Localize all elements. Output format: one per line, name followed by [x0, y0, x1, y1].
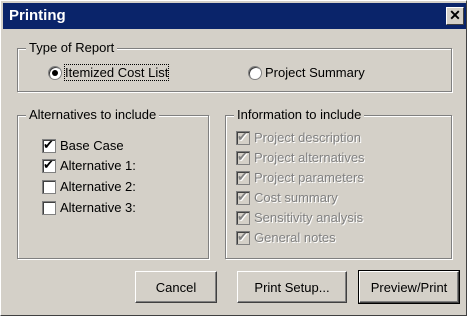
checkbox-base-case[interactable]: Base Case	[42, 137, 124, 153]
checkbox-checked-icon	[42, 137, 56, 153]
checkbox-label: Cost summary	[254, 190, 338, 205]
checkbox-label: Project alternatives	[254, 150, 365, 165]
printing-dialog: Printing ✕ Type of Report Itemized Cost …	[0, 0, 467, 316]
radio-label: Itemized Cost List	[63, 64, 170, 81]
print-setup-button-label: Print Setup...	[254, 279, 330, 295]
checkbox-label: Base Case	[60, 138, 124, 153]
print-setup-button[interactable]: Print Setup...	[237, 271, 347, 303]
checkbox-label: Project parameters	[254, 170, 364, 185]
radio-selected-icon	[48, 65, 62, 80]
cancel-button[interactable]: Cancel	[135, 271, 217, 303]
checkbox-label: Alternative 3:	[60, 200, 136, 215]
checkbox-project-alternatives: Project alternatives	[236, 149, 365, 165]
radio-project-summary[interactable]: Project Summary	[248, 65, 365, 80]
cancel-button-label: Cancel	[155, 279, 197, 295]
checkbox-general-notes: General notes	[236, 229, 336, 245]
checkbox-checked-icon	[236, 149, 250, 165]
checkbox-checked-icon	[236, 229, 250, 245]
checkbox-unchecked-icon	[42, 200, 56, 215]
title-bar[interactable]: Printing ✕	[3, 3, 466, 29]
checkbox-alternative-3[interactable]: Alternative 3:	[42, 200, 136, 215]
checkbox-checked-icon	[236, 209, 250, 225]
checkbox-checked-icon	[236, 129, 250, 145]
checkbox-label: Alternative 2:	[60, 179, 136, 194]
information-group: Information to include Project descripti…	[225, 107, 452, 259]
preview-print-button[interactable]: Preview/Print	[358, 270, 460, 304]
checkbox-unchecked-icon	[42, 179, 56, 194]
checkbox-project-description: Project description	[236, 129, 361, 145]
checkbox-alternative-2[interactable]: Alternative 2:	[42, 179, 136, 194]
close-button[interactable]: ✕	[446, 7, 464, 25]
checkbox-alternative-1[interactable]: Alternative 1:	[42, 157, 136, 173]
checkbox-checked-icon	[236, 169, 250, 185]
checkbox-project-parameters: Project parameters	[236, 169, 364, 185]
checkbox-cost-summary: Cost summary	[236, 189, 338, 205]
information-legend: Information to include	[234, 107, 365, 122]
checkbox-label: General notes	[254, 230, 336, 245]
radio-unselected-icon	[248, 65, 262, 80]
checkbox-sensitivity-analysis: Sensitivity analysis	[236, 209, 364, 225]
alternatives-legend: Alternatives to include	[26, 107, 160, 122]
radio-itemized-cost-list[interactable]: Itemized Cost List	[48, 64, 170, 81]
checkbox-checked-icon	[236, 189, 250, 205]
radio-label: Project Summary	[265, 65, 365, 80]
dialog-title: Printing	[9, 7, 66, 24]
type-of-report-group: Type of Report Itemized Cost List Projec…	[17, 40, 452, 92]
checkbox-checked-icon	[42, 157, 56, 173]
close-icon: ✕	[449, 7, 461, 23]
preview-print-button-label: Preview/Print	[370, 279, 448, 295]
type-of-report-legend: Type of Report	[26, 40, 118, 55]
alternatives-group: Alternatives to include Base Case Altern…	[17, 107, 209, 259]
checkbox-label: Project description	[254, 130, 361, 145]
checkbox-label: Sensitivity analysis	[254, 210, 364, 225]
checkbox-label: Alternative 1:	[60, 158, 136, 173]
